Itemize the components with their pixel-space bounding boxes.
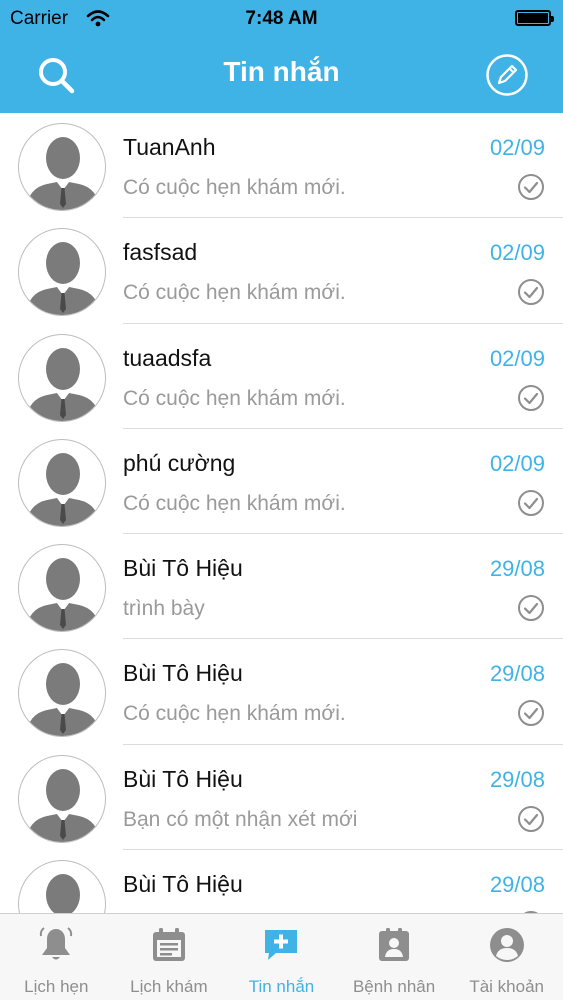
message-row[interactable]: fasfsad 02/09 Có cuộc hẹn khám mới. xyxy=(0,218,563,324)
message-preview: trình bày xyxy=(123,597,205,621)
contact-name: phú cường xyxy=(123,449,236,476)
message-preview: Có cuộc hẹn khám mới. xyxy=(123,281,346,305)
check-circle-icon xyxy=(518,174,544,200)
check-circle-icon xyxy=(518,384,544,411)
avatar xyxy=(18,544,106,633)
status-bar: Carrier 7:48 AM xyxy=(0,0,563,38)
message-date: 02/09 xyxy=(489,450,545,476)
message-list[interactable]: TuanAnh 02/09 Có cuộc hẹn khám mới. fasf… xyxy=(0,113,563,913)
contact-name: TuanAnh xyxy=(123,134,216,160)
message-preview: Có cuộc hẹn khám mới. xyxy=(123,491,346,515)
message-preview: Có cuộc hẹn khám mới. xyxy=(123,176,346,199)
message-row[interactable]: Bùi Tô Hiệu 29/08 Có cuộc hẹn khám mới. xyxy=(0,639,563,745)
tab-lich-kham[interactable]: Lịch khám xyxy=(113,914,226,1000)
tab-tin-nhan[interactable]: Tin nhắn xyxy=(225,914,338,1000)
check-circle-icon xyxy=(518,805,544,832)
message-date: 02/09 xyxy=(489,135,545,160)
message-date: 29/08 xyxy=(489,766,545,792)
message-row[interactable]: Bùi Tô Hiệu 29/08 Bạn có một nhận xét mớ… xyxy=(0,745,563,851)
person-silhouette-icon xyxy=(25,347,101,421)
account-icon xyxy=(489,928,524,962)
person-silhouette-icon xyxy=(25,137,101,210)
message-date: 29/08 xyxy=(489,556,545,582)
check-circle-icon xyxy=(518,595,544,622)
message-plus-icon xyxy=(265,930,298,960)
page-title: Tin nhắn xyxy=(223,56,340,87)
message-date: 02/09 xyxy=(489,240,545,266)
message-preview: Bạn có một nhận xét mới xyxy=(123,807,358,831)
person-silhouette-icon xyxy=(25,558,101,632)
message-row[interactable]: phú cường 02/09 Có cuộc hẹn khám mới. xyxy=(0,429,563,535)
message-row[interactable]: Bùi Tô Hiệu 29/08 trình bày xyxy=(0,534,563,640)
status-time: 7:48 AM xyxy=(245,8,318,29)
avatar xyxy=(18,649,106,738)
contact-name: Bùi Tô Hiệu xyxy=(123,660,243,687)
tab-label: Tài khoản xyxy=(469,977,544,996)
message-preview: Có cuộc hẹn khám mới. xyxy=(123,386,346,410)
patient-card-icon xyxy=(379,928,410,961)
avatar xyxy=(18,754,106,843)
check-circle-icon xyxy=(518,489,544,516)
header: Carrier 7:48 AM Tin nhắn xyxy=(0,0,563,113)
person-silhouette-icon xyxy=(25,242,101,316)
calendar-icon xyxy=(152,928,185,961)
contact-name: fasfsad xyxy=(123,239,198,266)
message-date: 29/08 xyxy=(489,661,545,687)
person-silhouette-icon xyxy=(25,768,101,842)
compose-icon[interactable] xyxy=(485,53,529,97)
avatar xyxy=(18,860,106,913)
person-silhouette-icon xyxy=(46,874,80,913)
check-circle-icon xyxy=(518,279,544,306)
tab-bar: Lịch hẹn Lịch khám Tin nhắn Bệnh nhân Tà… xyxy=(0,913,563,1000)
tab-lich-hen[interactable]: Lịch hẹn xyxy=(0,914,113,1000)
message-preview: Có cuộc hẹn khám mới. xyxy=(123,702,346,726)
contact-name: Bùi Tô Hiệu xyxy=(123,871,243,898)
tab-tai-khoan[interactable]: Tài khoản xyxy=(450,914,563,1000)
battery-icon xyxy=(515,10,554,26)
tab-label: Lịch hẹn xyxy=(24,977,89,996)
person-silhouette-icon xyxy=(25,663,101,737)
bell-icon xyxy=(40,927,73,960)
avatar xyxy=(18,123,106,211)
message-date: 02/09 xyxy=(489,345,545,371)
tab-label: Bệnh nhân xyxy=(352,977,436,996)
avatar xyxy=(18,438,106,527)
message-row[interactable]: tuaadsfa 02/09 Có cuộc hẹn khám mới. xyxy=(0,324,563,429)
tab-label: Lịch khám xyxy=(130,977,208,996)
tab-label: Tin nhắn xyxy=(248,977,315,996)
message-row[interactable]: TuanAnh 02/09 Có cuộc hẹn khám mới. xyxy=(0,113,563,219)
tab-benh-nhan[interactable]: Bệnh nhân xyxy=(338,914,451,1000)
contact-name: Bùi Tô Hiệu xyxy=(123,555,243,582)
avatar xyxy=(18,228,106,317)
message-date: 29/08 xyxy=(489,872,545,898)
check-circle-icon xyxy=(518,700,544,727)
avatar xyxy=(18,333,106,422)
person-silhouette-icon xyxy=(25,452,101,526)
contact-name: Bùi Tô Hiệu xyxy=(123,765,243,792)
contact-name: tuaadsfa xyxy=(123,344,212,371)
message-row[interactable]: Bùi Tô Hiệu 29/08 xyxy=(0,850,563,913)
